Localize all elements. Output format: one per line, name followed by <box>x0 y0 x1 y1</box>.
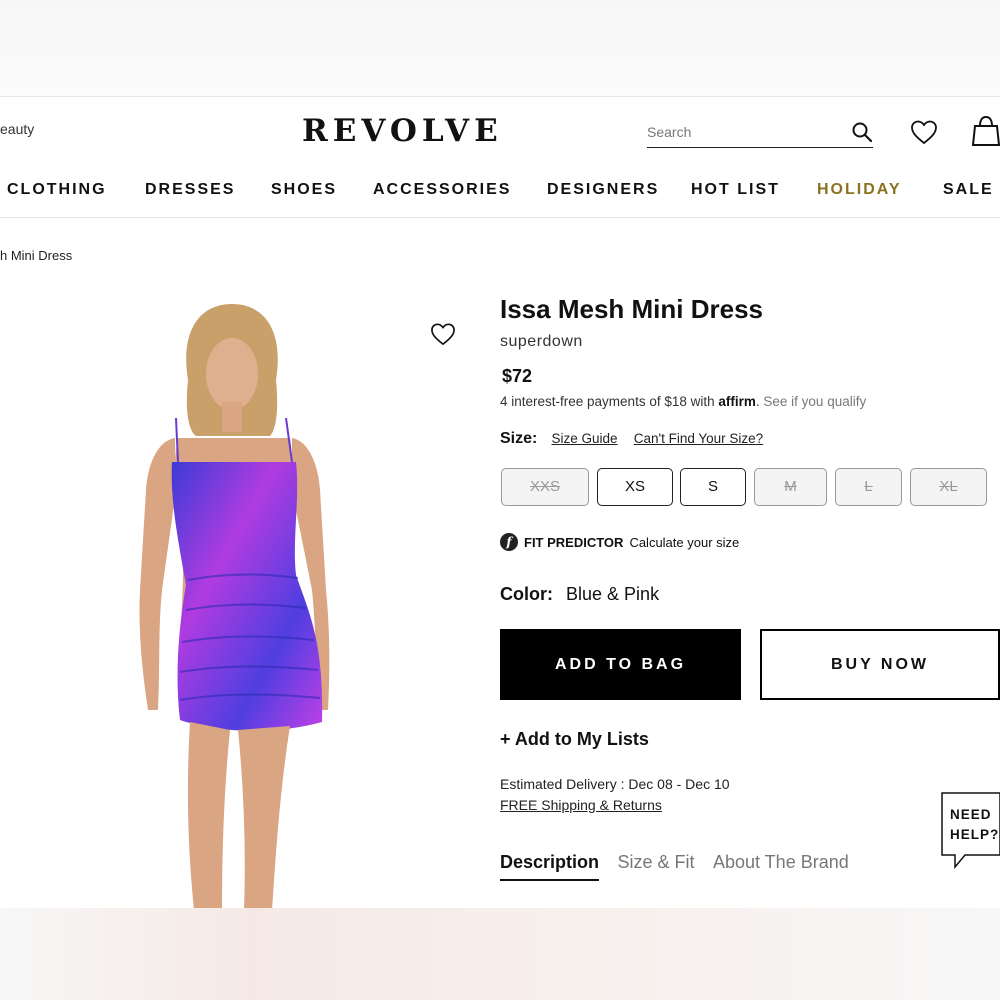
size-option-xl[interactable]: XL <box>910 468 987 506</box>
add-to-bag-button[interactable]: ADD TO BAG <box>500 629 741 700</box>
breadcrumb[interactable]: h Mini Dress <box>0 248 72 263</box>
nav-hot-list[interactable]: HOT LIST <box>691 181 780 199</box>
search-icon[interactable] <box>851 121 873 148</box>
bottom-blur-region <box>0 908 1000 1000</box>
site-header: eauty REVOLVE CLOTHING DRESSES SHOES ACC… <box>0 96 1000 218</box>
size-guide-link[interactable]: Size Guide <box>552 431 618 446</box>
nav-designers[interactable]: DESIGNERS <box>547 181 659 199</box>
tab-size-fit[interactable]: Size & Fit <box>617 852 694 879</box>
nav-accessories[interactable]: ACCESSORIES <box>373 181 511 199</box>
fit-predictor[interactable]: f FIT PREDICTOR Calculate your size <box>500 533 739 551</box>
product-wishlist-heart-icon[interactable] <box>430 322 456 351</box>
color-value: Blue & Pink <box>566 584 660 604</box>
search-input[interactable] <box>647 115 837 140</box>
fit-predictor-icon: f <box>500 533 518 551</box>
nav-shoes[interactable]: SHOES <box>271 181 337 199</box>
nav-sale[interactable]: SALE <box>943 181 994 199</box>
product-image[interactable] <box>0 290 470 910</box>
top-blur-region <box>0 0 1000 96</box>
product-title: Issa Mesh Mini Dress <box>500 294 763 324</box>
free-shipping-link[interactable]: FREE Shipping & Returns <box>500 797 662 813</box>
beauty-link[interactable]: eauty <box>0 121 34 137</box>
need-help-text[interactable]: NEED HELP? <box>950 805 999 845</box>
affirm-logo: affirm <box>718 394 756 409</box>
size-header: Size: Size Guide Can't Find Your Size? <box>500 430 775 448</box>
size-label: Size: <box>500 430 538 447</box>
buy-now-button[interactable]: BUY NOW <box>760 629 1000 700</box>
affirm-payment-info: 4 interest-free payments of $18 with aff… <box>500 394 867 409</box>
add-to-my-lists-link[interactable]: + Add to My Lists <box>500 729 649 750</box>
color-row: Color: Blue & Pink <box>500 584 659 605</box>
size-option-l[interactable]: L <box>835 468 902 506</box>
size-option-s[interactable]: S <box>680 468 746 506</box>
nav-clothing[interactable]: CLOTHING <box>7 181 107 199</box>
tab-about-brand[interactable]: About The Brand <box>713 852 849 879</box>
main-nav: CLOTHING DRESSES SHOES ACCESSORIES DESIG… <box>0 177 1000 207</box>
color-label: Color: <box>500 584 553 604</box>
size-option-m[interactable]: M <box>754 468 827 506</box>
wishlist-heart-icon[interactable] <box>910 119 938 150</box>
affirm-qualify-link[interactable]: See if you qualify <box>763 394 866 409</box>
need-help-line2: HELP? <box>950 827 1000 842</box>
product-brand[interactable]: superdown <box>500 333 583 351</box>
tab-description[interactable]: Description <box>500 852 600 881</box>
size-options: XXS XS S M L XL <box>500 468 1000 508</box>
product-price: $72 <box>502 366 533 386</box>
search-bar <box>647 115 873 148</box>
product-tabs: Description Size & Fit About The Brand <box>500 852 863 881</box>
size-option-xs[interactable]: XS <box>597 468 673 506</box>
fit-predictor-text: Calculate your size <box>629 534 740 550</box>
revolve-logo[interactable]: REVOLVE <box>302 113 503 149</box>
cant-find-size-link[interactable]: Can't Find Your Size? <box>634 431 763 446</box>
dress-model-illustration <box>139 304 330 910</box>
size-option-xxs[interactable]: XXS <box>501 468 589 506</box>
affirm-text: 4 interest-free payments of $18 with <box>500 394 715 409</box>
nav-dresses[interactable]: DRESSES <box>145 181 235 199</box>
need-help-line1: NEED <box>950 807 992 822</box>
fit-predictor-title: FIT PREDICTOR <box>524 534 624 550</box>
nav-holiday[interactable]: HOLIDAY <box>817 181 902 199</box>
shopping-bag-icon[interactable] <box>971 115 1000 152</box>
estimated-delivery: Estimated Delivery : Dec 08 - Dec 10 <box>500 776 730 792</box>
